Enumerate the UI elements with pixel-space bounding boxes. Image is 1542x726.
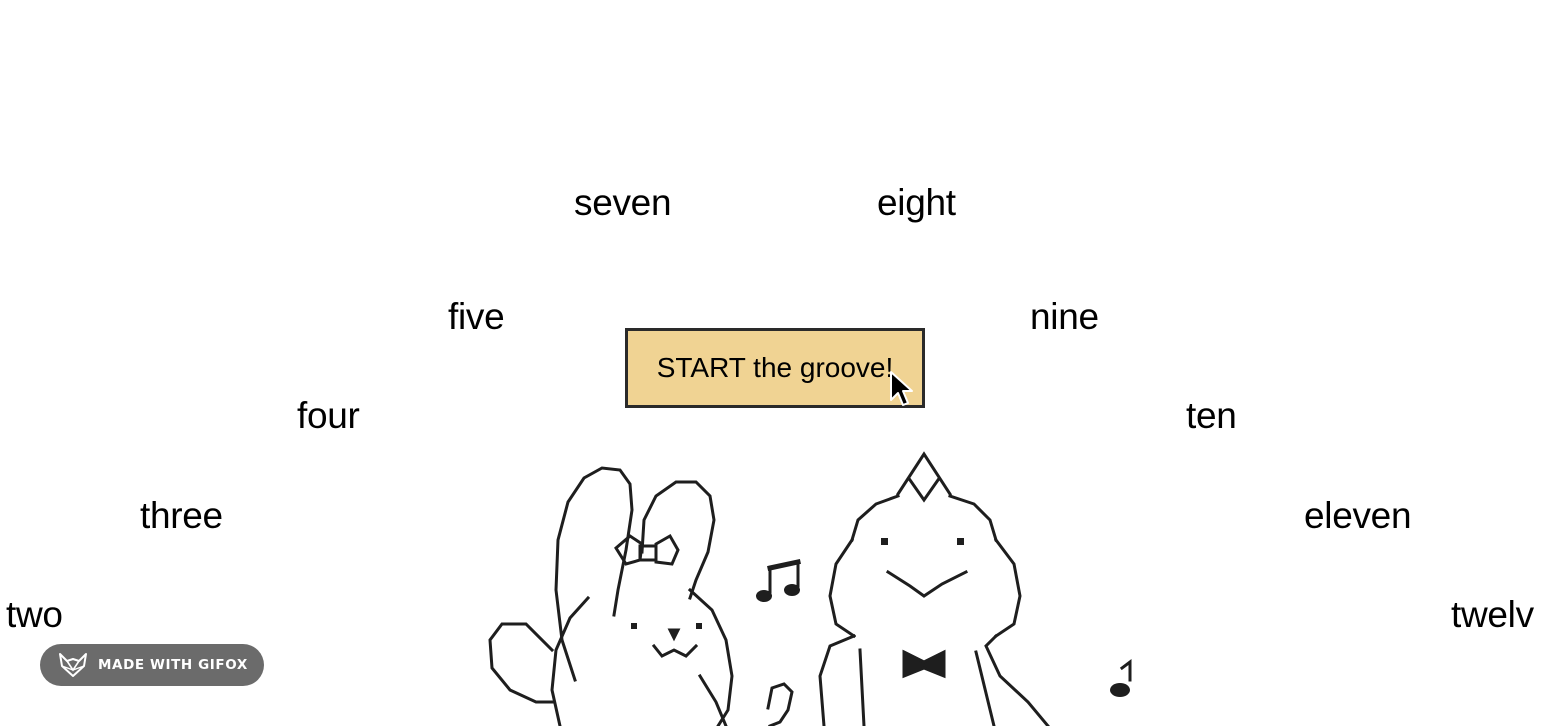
clock-word-four: four [297,395,360,436]
clock-word-twelve: twelv [1451,594,1534,635]
clock-word-three: three [140,495,223,536]
badge-label: MADE WITH GIFOX [98,657,248,673]
clock-word-eleven: eleven [1304,495,1412,536]
made-with-gifox-badge[interactable]: MADE WITH GIFOX [40,644,264,686]
clock-word-five: five [448,296,505,337]
groove-stage: seven eight five nine four ten three ele… [0,0,1542,726]
clock-word-ten: ten [1186,395,1237,436]
clock-word-nine: nine [1030,296,1099,337]
arrow-cursor-icon [890,371,913,406]
clock-word-two: two [6,594,63,635]
fox-logo-icon [59,653,87,677]
clock-word-eight: eight [877,182,956,223]
start-groove-button[interactable]: START the groove! [625,328,925,408]
bunny-and-frog-illustration [488,451,1132,726]
clock-word-seven: seven [574,182,672,223]
